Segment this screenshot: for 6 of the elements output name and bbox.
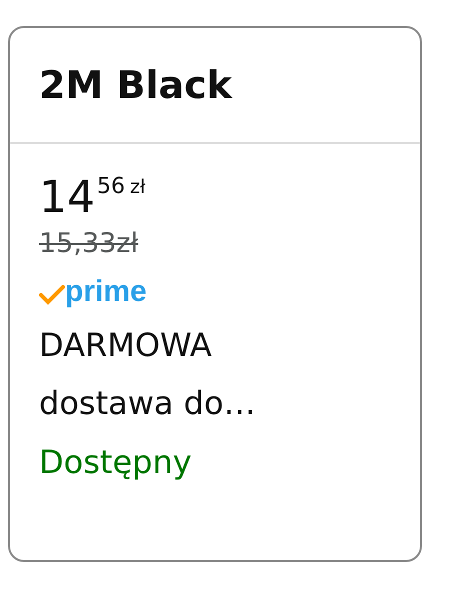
product-title: 2M Black <box>39 63 232 107</box>
delivery-text: DARMOWA dostawa do… <box>39 325 257 424</box>
prime-logo: prime <box>65 275 147 309</box>
list-price: 15,33zł <box>39 227 140 261</box>
checkmark-icon <box>39 285 65 305</box>
availability-text: Dostępny <box>39 442 193 483</box>
